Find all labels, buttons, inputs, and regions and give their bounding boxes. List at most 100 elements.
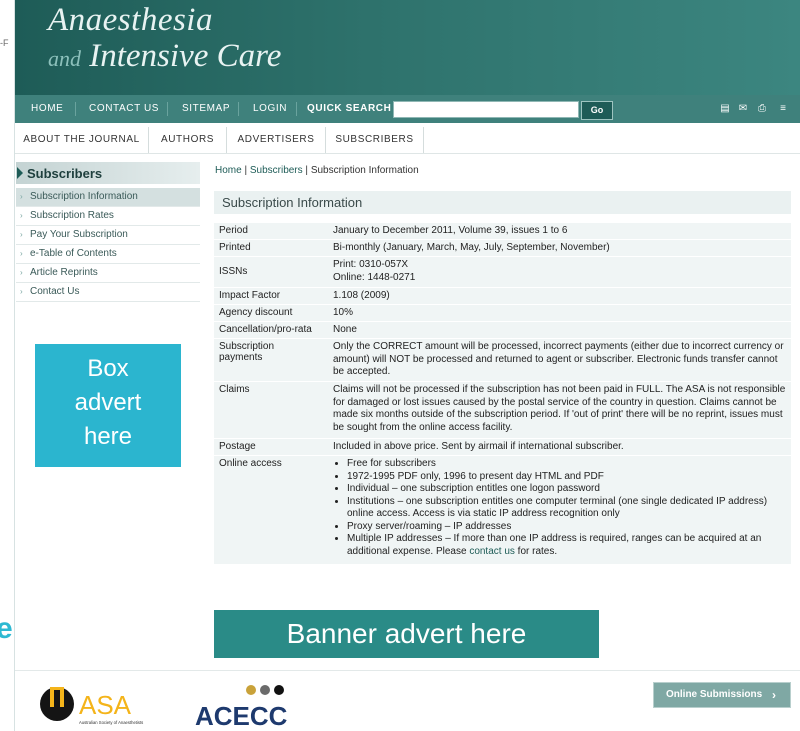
info-row-issns: ISSNs Print: 0310-057X Online: 1448-0271	[214, 257, 791, 287]
sidebar-item-label: Subscription Information	[30, 191, 138, 202]
main-navbar: HOME CONTACT US SITEMAP LOGIN QUICK SEAR…	[15, 95, 800, 123]
breadcrumb-current: Subscription Information	[310, 165, 419, 176]
nav-home[interactable]: HOME	[31, 95, 63, 123]
footer-divider	[15, 670, 800, 671]
email-icon[interactable]: ✉	[737, 103, 749, 114]
info-value: None	[333, 324, 357, 335]
banner-advert[interactable]: Banner advert here	[214, 610, 599, 658]
nav-divider	[296, 102, 297, 116]
cutoff-text-fragment: -F	[0, 38, 9, 48]
sidebar-item-contact-us[interactable]: › Contact Us	[16, 283, 200, 302]
nav-divider	[75, 102, 76, 116]
box-advert[interactable]: Box advert here	[35, 344, 181, 467]
nav-contact-us[interactable]: CONTACT US	[89, 95, 159, 123]
info-value: Claims will not be processed if the subs…	[333, 384, 786, 433]
asa-logo[interactable]: ASA Australian Society of Anaesthetists	[37, 680, 163, 726]
tab-subscribers[interactable]: SUBSCRIBERS	[326, 123, 423, 153]
font-size-icon[interactable]: ≡	[777, 103, 789, 114]
info-value: Free for subscribers 1972-1995 PDF only,…	[333, 458, 787, 558]
info-row-claims: Claims Claims will not be processed if t…	[214, 382, 791, 438]
nav-sitemap[interactable]: SITEMAP	[182, 95, 230, 123]
tab-about-the-journal[interactable]: ABOUT THE JOURNAL	[15, 123, 148, 153]
breadcrumb-separator: |	[241, 165, 250, 176]
chevron-right-icon: ›	[20, 268, 23, 277]
sidebar-item-article-reprints[interactable]: › Article Reprints	[16, 264, 200, 283]
issn-online: Online: 1448-0271	[333, 271, 416, 283]
chevron-right-icon: ›	[20, 249, 23, 258]
info-row-subscription-payments: Subscription payments Only the CORRECT am…	[214, 339, 791, 381]
chevron-right-icon: ›	[20, 287, 23, 296]
site-header: Anaesthesia and Intensive Care	[15, 0, 800, 95]
online-submissions-button[interactable]: Online Submissions ›	[653, 682, 791, 708]
info-row-cancellation: Cancellation/pro-rata None	[214, 322, 791, 338]
info-key-line: payments	[219, 352, 263, 363]
info-value: Bi-monthly (January, March, May, July, S…	[333, 242, 610, 253]
info-value: Print: 0310-057X Online: 1448-0271	[333, 259, 787, 284]
info-key: Subscription payments	[219, 341, 327, 363]
chevron-right-icon: ›	[20, 230, 23, 239]
breadcrumb-home[interactable]: Home	[215, 165, 242, 176]
acecc-logo-text: ACECC	[195, 701, 288, 728]
triangle-right-icon	[17, 167, 23, 179]
cutoff-letter-fragment: e	[0, 612, 13, 645]
journal-title-line2[interactable]: and Intensive Care	[48, 38, 281, 75]
box-advert-line: advert	[74, 389, 142, 416]
sidebar-item-label: Pay Your Subscription	[30, 229, 128, 240]
asa-logo-text: ASA	[79, 690, 132, 720]
rss-icon[interactable]: ▤	[719, 103, 731, 114]
sidebar-heading: Subscribers	[16, 162, 200, 184]
breadcrumb: Home | Subscribers | Subscription Inform…	[215, 165, 419, 176]
list-item: Individual – one subscription entitles o…	[347, 483, 787, 496]
contact-us-link[interactable]: contact us	[469, 546, 515, 557]
info-row-printed: Printed Bi-monthly (January, March, May,…	[214, 240, 791, 256]
list-item: Proxy server/roaming – IP addresses	[347, 521, 787, 534]
sidebar-item-label: Article Reprints	[30, 267, 98, 278]
info-row-postage: Postage Included in above price. Sent by…	[214, 439, 791, 455]
info-key: Period	[219, 225, 248, 236]
info-value: Only the CORRECT amount will be processe…	[333, 341, 784, 377]
sidebar-item-pay-your-subscription[interactable]: › Pay Your Subscription	[16, 226, 200, 245]
content-title-bar: Subscription Information	[214, 191, 791, 214]
info-key: Agency discount	[219, 307, 293, 318]
info-row-impact-factor: Impact Factor 1.108 (2009)	[214, 288, 791, 304]
acecc-crest-left	[246, 685, 256, 695]
info-value: January to December 2011, Volume 39, iss…	[333, 225, 568, 236]
info-key: Printed	[219, 242, 251, 253]
sidebar-item-label: e-Table of Contents	[30, 248, 117, 259]
chevron-right-icon: ›	[20, 211, 23, 220]
tab-authors[interactable]: AUTHORS	[149, 123, 226, 153]
info-key: Cancellation/pro-rata	[219, 324, 312, 335]
acecc-logo[interactable]: ACECC	[193, 680, 313, 728]
sidebar-item-label: Subscription Rates	[30, 210, 114, 221]
online-access-list: Free for subscribers 1972-1995 PDF only,…	[333, 458, 787, 558]
quick-search-input[interactable]	[393, 101, 579, 118]
print-icon[interactable]: ⎙	[756, 103, 768, 114]
list-item: Multiple IP addresses – If more than one…	[347, 533, 787, 558]
info-key: Impact Factor	[219, 290, 281, 301]
issn-print: Print: 0310-057X	[333, 259, 409, 270]
go-button[interactable]: Go	[581, 101, 613, 120]
chevron-right-icon: ›	[772, 688, 776, 702]
breadcrumb-subscribers[interactable]: Subscribers	[250, 165, 303, 176]
sidebar-item-label: Contact Us	[30, 286, 80, 297]
info-key: Postage	[219, 441, 256, 452]
nav-login[interactable]: LOGIN	[253, 95, 287, 123]
tab-advertisers[interactable]: ADVERTISERS	[227, 123, 325, 153]
sidebar-item-e-table-of-contents[interactable]: › e-Table of Contents	[16, 245, 200, 264]
sidebar-item-subscription-rates[interactable]: › Subscription Rates	[16, 207, 200, 226]
info-key: Online access	[219, 458, 282, 469]
info-row-period: Period January to December 2011, Volume …	[214, 223, 791, 239]
info-row-online-access: Online access Free for subscribers 1972-…	[214, 456, 791, 564]
info-key: Claims	[219, 384, 250, 395]
info-key: ISSNs	[219, 266, 248, 277]
sidebar-item-subscription-information[interactable]: › Subscription Information	[16, 188, 200, 207]
info-key-line: Subscription	[219, 341, 275, 352]
page-title: Subscription Information	[222, 195, 363, 210]
nav-divider	[238, 102, 239, 116]
info-value: Included in above price. Sent by airmail…	[333, 441, 624, 452]
asa-logo-emblem-stem	[54, 690, 60, 712]
box-advert-line: Box	[87, 355, 129, 382]
box-advert-line: here	[83, 423, 133, 450]
chevron-right-icon: ›	[20, 192, 23, 201]
journal-title-line1[interactable]: Anaesthesia	[48, 2, 213, 39]
